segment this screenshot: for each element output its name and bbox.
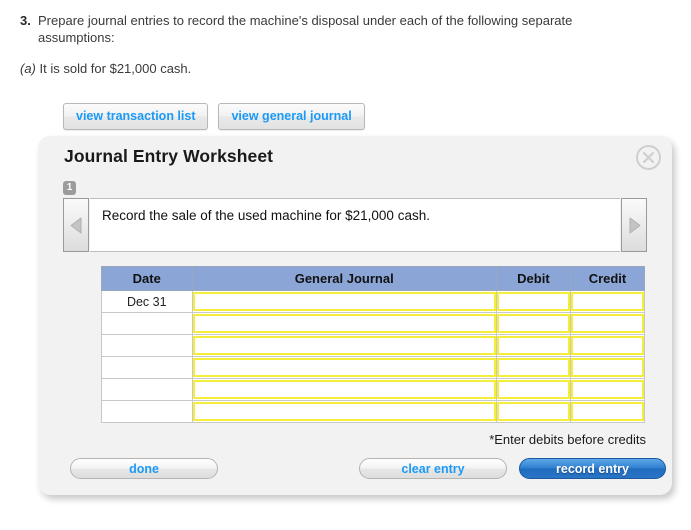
question-number: 3.	[20, 13, 31, 28]
triangle-left-icon	[70, 217, 81, 233]
step-badge[interactable]: 1	[63, 181, 76, 195]
enter-debits-note: *Enter debits before credits	[489, 432, 646, 447]
cell-general-journal-input[interactable]	[192, 380, 496, 399]
done-button[interactable]: done	[70, 458, 218, 479]
prev-entry-button[interactable]	[63, 198, 89, 252]
table-row	[101, 378, 646, 401]
sub-part-text: It is sold for $21,000 cash.	[39, 61, 192, 76]
cell-date[interactable]	[101, 334, 193, 357]
cell-debit-input[interactable]	[496, 402, 570, 421]
cell-credit[interactable]	[569, 356, 646, 379]
column-header-date: Date	[101, 266, 193, 291]
table-row	[101, 356, 646, 379]
sub-part-letter: (a)	[20, 61, 36, 76]
cell-date[interactable]	[101, 312, 193, 335]
journal-entry-worksheet-panel: Journal Entry Worksheet 1 Record the sal…	[38, 136, 672, 495]
question-sub-part: (a) It is sold for $21,000 cash.	[20, 60, 191, 77]
prompt-text: Record the sale of the used machine for …	[90, 198, 620, 252]
table-header-row: Date General Journal Debit Credit	[101, 266, 646, 291]
view-buttons-group: view transaction list view general journ…	[63, 103, 365, 130]
column-header-general-journal: General Journal	[191, 266, 497, 291]
cell-general-journal[interactable]	[191, 334, 497, 357]
triangle-right-icon	[629, 217, 640, 233]
cell-general-journal[interactable]	[191, 400, 497, 423]
cell-date[interactable]	[101, 356, 193, 379]
cell-date[interactable]	[101, 378, 193, 401]
question-text: Prepare journal entries to record the ma…	[38, 12, 656, 46]
cell-debit-input[interactable]	[496, 314, 570, 333]
table-row	[101, 400, 646, 423]
close-icon	[642, 151, 655, 164]
cell-debit[interactable]	[495, 400, 571, 423]
journal-entry-table: Date General Journal Debit Credit Dec 31	[101, 266, 646, 423]
cell-credit-input[interactable]	[570, 336, 644, 355]
footer-buttons-group: done clear entry record entry	[38, 458, 672, 484]
cell-general-journal[interactable]	[191, 290, 497, 313]
page-title: Journal Entry Worksheet	[64, 146, 274, 166]
prompt-navigator: Record the sale of the used machine for …	[63, 198, 647, 252]
clear-entry-button[interactable]: clear entry	[359, 458, 507, 479]
cell-debit[interactable]	[495, 356, 571, 379]
column-header-credit: Credit	[569, 266, 646, 291]
question-row: 3. Prepare journal entries to record the…	[20, 12, 670, 46]
cell-debit-input[interactable]	[496, 380, 570, 399]
question-text-continuation: assumptions:	[38, 30, 115, 45]
journal-table-body: Dec 31	[101, 290, 646, 423]
cell-debit[interactable]	[495, 290, 571, 313]
cell-date[interactable]: Dec 31	[101, 290, 193, 313]
cell-credit-input[interactable]	[570, 358, 644, 377]
cell-credit[interactable]	[569, 400, 646, 423]
close-button[interactable]	[636, 145, 661, 170]
table-row	[101, 334, 646, 357]
cell-general-journal-input[interactable]	[192, 358, 496, 377]
cell-general-journal[interactable]	[191, 356, 497, 379]
view-general-journal-button[interactable]: view general journal	[218, 103, 365, 130]
cell-date[interactable]	[101, 400, 193, 423]
cell-credit[interactable]	[569, 378, 646, 401]
cell-general-journal-input[interactable]	[192, 314, 496, 333]
question-text-main: Prepare journal entries to record the ma…	[38, 13, 573, 28]
table-row: Dec 31	[101, 290, 646, 313]
cell-general-journal-input[interactable]	[192, 336, 496, 355]
view-transaction-list-button[interactable]: view transaction list	[63, 103, 209, 130]
cell-credit[interactable]	[569, 334, 646, 357]
cell-general-journal-input[interactable]	[192, 402, 496, 421]
column-header-debit: Debit	[495, 266, 571, 291]
table-row	[101, 312, 646, 335]
next-entry-button[interactable]	[621, 198, 647, 252]
cell-general-journal-input[interactable]	[192, 292, 496, 311]
cell-general-journal[interactable]	[191, 378, 497, 401]
cell-credit-input[interactable]	[570, 380, 644, 399]
cell-general-journal[interactable]	[191, 312, 497, 335]
record-entry-button[interactable]: record entry	[519, 458, 666, 479]
cell-debit[interactable]	[495, 334, 571, 357]
cell-debit-input[interactable]	[496, 358, 570, 377]
cell-credit-input[interactable]	[570, 292, 644, 311]
cell-debit[interactable]	[495, 378, 571, 401]
cell-credit-input[interactable]	[570, 402, 644, 421]
cell-credit-input[interactable]	[570, 314, 644, 333]
cell-debit[interactable]	[495, 312, 571, 335]
cell-debit-input[interactable]	[496, 292, 570, 311]
cell-credit[interactable]	[569, 312, 646, 335]
cell-debit-input[interactable]	[496, 336, 570, 355]
cell-credit[interactable]	[569, 290, 646, 313]
